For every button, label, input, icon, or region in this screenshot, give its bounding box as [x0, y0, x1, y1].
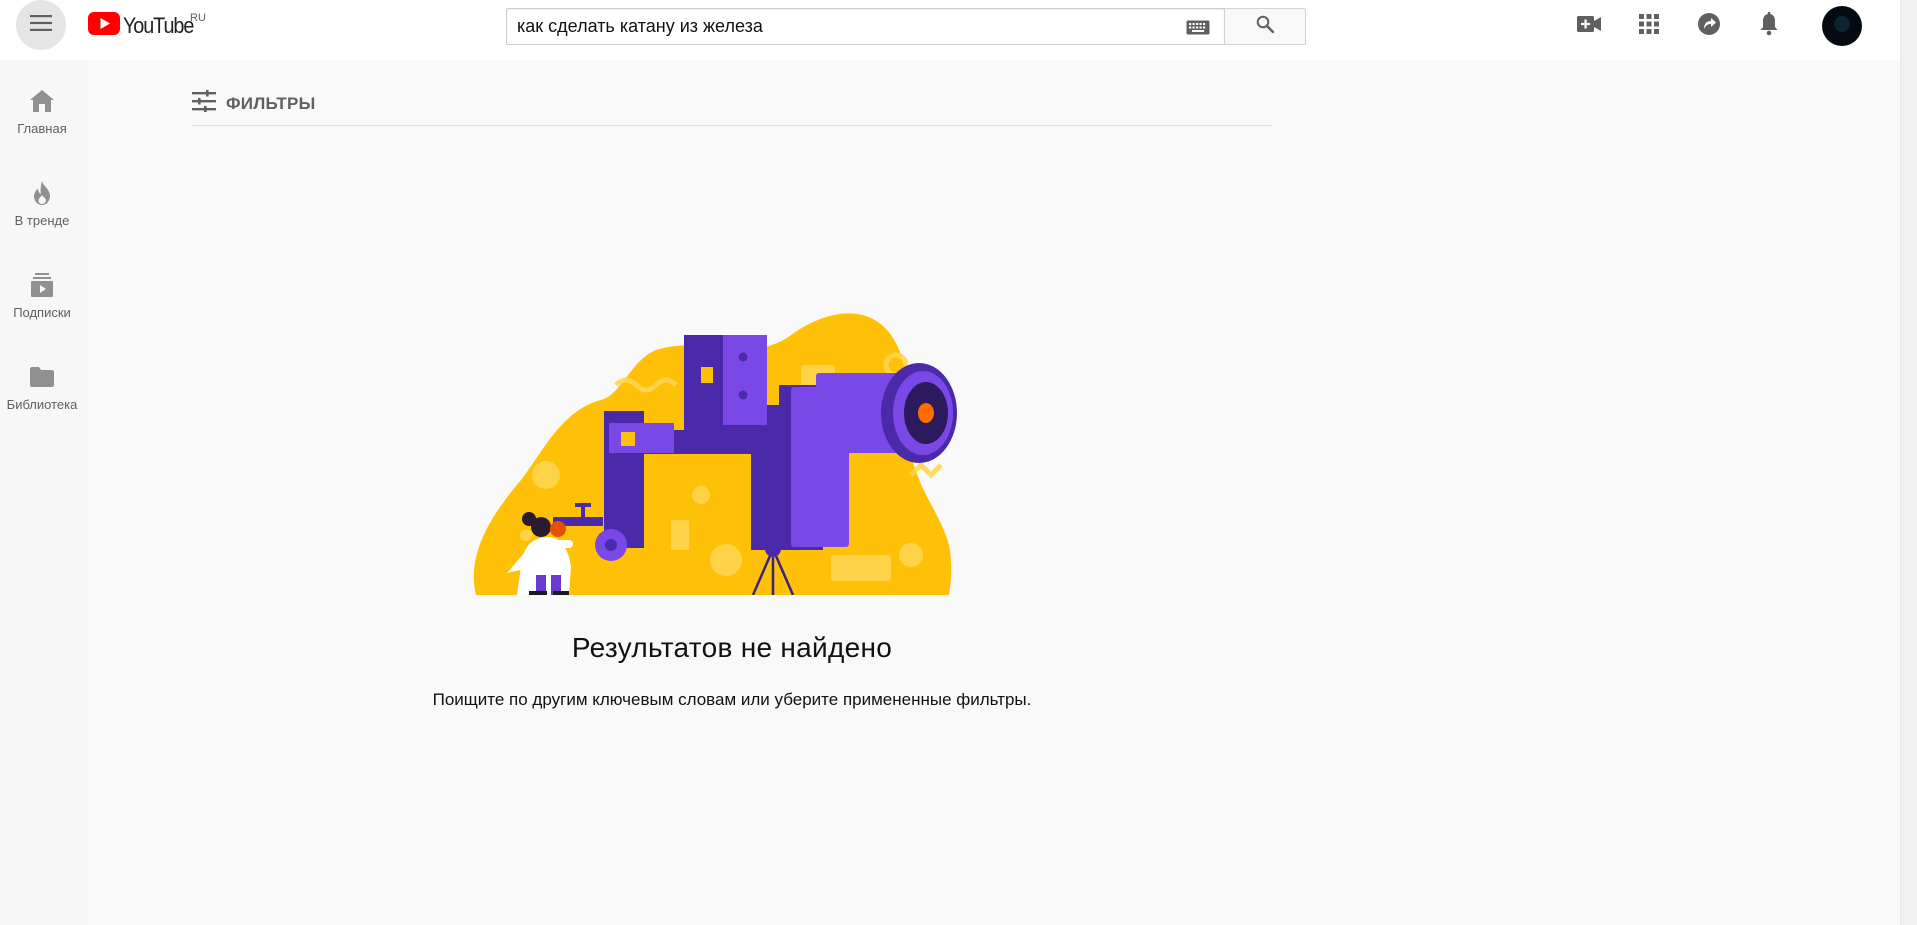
apps-grid-icon [1639, 13, 1659, 39]
subscriptions-icon [29, 272, 55, 298]
share-arrow-icon [1697, 12, 1721, 41]
guide-item-home[interactable]: Главная [0, 74, 84, 148]
create-video-button[interactable] [1575, 12, 1603, 40]
video-camera-plus-icon [1577, 15, 1601, 37]
search-box [506, 8, 1224, 45]
guide-menu-button[interactable] [16, 0, 66, 50]
search-results-page: ФИЛЬТРЫ Результатов не найдено Поищите п… [88, 60, 1900, 925]
guide-item-label: Главная [17, 121, 67, 136]
guide-item-label: Библиотека [6, 397, 78, 412]
mini-guide: Главная В тренде Подписки Библиотека [0, 60, 88, 925]
notifications-button[interactable] [1755, 11, 1783, 41]
apps-button[interactable] [1635, 12, 1663, 40]
no-results-title: Результатов не найдено [571, 632, 893, 663]
hamburger-icon [30, 14, 52, 36]
guide-item-library[interactable]: Библиотека [0, 350, 84, 424]
guide-item-trending[interactable]: В тренде [0, 166, 84, 240]
no-results-message: Поищите по другим ключевым словам или уб… [432, 690, 1032, 709]
filters-divider [192, 125, 1272, 126]
filters-button[interactable]: ФИЛЬТРЫ [192, 90, 316, 117]
logo-region-code: RU [190, 12, 206, 24]
keyboard-icon[interactable] [1186, 20, 1210, 40]
logo-wordmark: YouTube [123, 13, 194, 38]
search-input[interactable] [517, 9, 1157, 44]
no-results-illustration [471, 305, 996, 596]
messages-button[interactable] [1695, 12, 1723, 40]
sliders-icon [192, 90, 216, 117]
avatar[interactable] [1822, 6, 1862, 46]
search-icon [1256, 15, 1275, 38]
flame-icon [29, 180, 55, 206]
home-icon [29, 88, 55, 114]
bell-icon [1759, 11, 1779, 41]
guide-item-label: В тренде [14, 213, 70, 228]
youtube-logo[interactable]: YouTube [88, 12, 201, 40]
filters-label: ФИЛЬТРЫ [226, 93, 316, 113]
masthead: YouTube RU [0, 0, 1900, 60]
youtube-play-icon [88, 12, 120, 40]
folder-icon [29, 364, 55, 390]
search-button[interactable] [1224, 8, 1306, 45]
scrollbar[interactable] [1900, 0, 1917, 925]
guide-item-label: Подписки [13, 305, 71, 320]
guide-item-subscriptions[interactable]: Подписки [0, 258, 84, 332]
